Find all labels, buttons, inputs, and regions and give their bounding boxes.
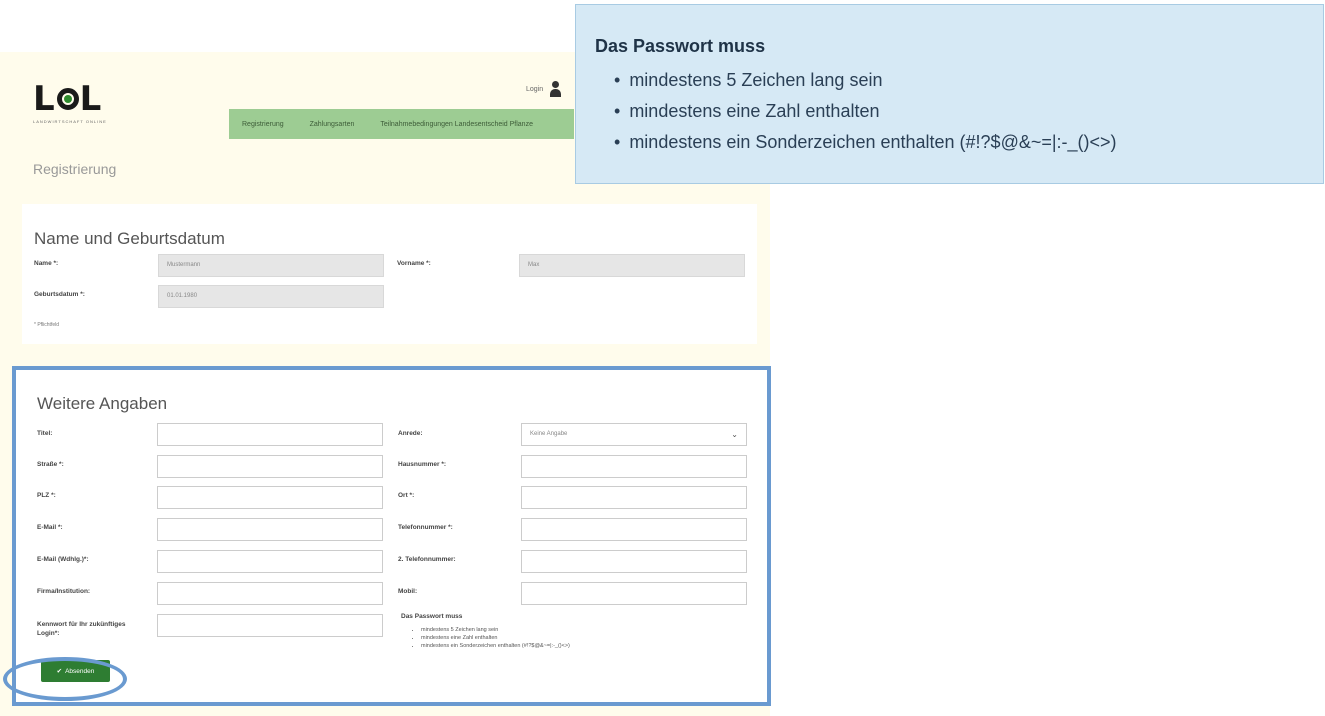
check-icon: ✔ [56, 668, 63, 675]
submit-label: Absenden [65, 667, 95, 675]
callout-list: mindestens 5 Zeichen lang sein mindesten… [614, 65, 1117, 158]
logo-wordmark: LL [33, 79, 103, 119]
mobil-field[interactable] [521, 582, 747, 605]
callout-title: Das Passwort muss [595, 36, 766, 56]
email-field[interactable] [157, 518, 383, 541]
login-label: Login [526, 85, 544, 93]
password-rule-special: mindestens ein Sonderzeichen enthalten (… [421, 642, 731, 650]
page-title: Registrierung [33, 161, 117, 177]
login-link[interactable]: Login [526, 81, 562, 97]
email-label: E-Mail *: [37, 524, 63, 531]
firma-field[interactable] [157, 582, 383, 605]
telefon2-field[interactable] [521, 550, 747, 573]
telefon-label: Telefonnummer *: [398, 524, 453, 531]
password-callout: Das Passwort muss mindestens 5 Zeichen l… [575, 4, 1324, 184]
more-details-title: Weitere Angaben [37, 394, 168, 413]
anrede-selected-value: Keine Angabe [530, 431, 568, 437]
vorname-field[interactable]: Max [519, 254, 745, 277]
logo[interactable]: LL LANDWIRTSCHAFT ONLINE [33, 79, 123, 124]
telefon2-label: 2. Telefonnummer: [398, 556, 456, 563]
email-repeat-label: E-Mail (Wdhlg.)*: [37, 556, 89, 563]
chevron-down-icon: ⌄ [731, 430, 738, 439]
logo-globe-icon [56, 88, 79, 110]
anrede-select[interactable]: Keine Angabe ⌄ [521, 423, 747, 446]
birthdate-label: Geburtsdatum *: [34, 291, 85, 298]
vorname-label: Vorname *: [397, 260, 431, 267]
logo-subtitle: LANDWIRTSCHAFT ONLINE [33, 119, 107, 124]
strasse-label: Straße *: [37, 461, 64, 468]
hausnummer-label: Hausnummer *: [398, 461, 447, 468]
email-repeat-field[interactable] [157, 550, 383, 573]
callout-item-length: mindestens 5 Zeichen lang sein [614, 65, 1117, 96]
telefon-field[interactable] [521, 518, 747, 541]
ort-label: Ort *: [398, 492, 415, 499]
password-rule-length: mindestens 5 Zeichen lang sein [421, 626, 731, 634]
callout-item-number: mindestens eine Zahl enthalten [614, 96, 1117, 127]
plz-field[interactable] [157, 486, 383, 509]
name-field[interactable]: Mustermann [158, 254, 384, 277]
callout-item-special: mindestens ein Sonderzeichen enthalten (… [614, 127, 1116, 158]
strasse-field[interactable] [157, 455, 383, 478]
name-label: Name *: [34, 260, 59, 267]
nav-item-zahlungsarten[interactable]: Zahlungsarten [297, 121, 368, 128]
hausnummer-field[interactable] [521, 455, 747, 478]
main-nav: Registrierung Zahlungsarten Teilnahmebed… [229, 109, 574, 139]
anrede-label: Anrede: [398, 430, 423, 437]
birthdate-field[interactable]: 01.01.1980 [158, 285, 384, 308]
ort-field[interactable] [521, 486, 747, 509]
password-requirements-title: Das Passwort muss [401, 613, 463, 620]
password-field[interactable] [157, 614, 383, 637]
more-details-section: Weitere Angaben Titel: Straße *: PLZ *: … [12, 366, 771, 706]
user-icon [549, 81, 562, 97]
password-requirements: Das Passwort muss mindestens 5 Zeichen l… [401, 613, 731, 650]
titel-field[interactable] [157, 423, 383, 446]
password-rule-number: mindestens eine Zahl enthalten [421, 634, 731, 642]
required-note: * Pflichtfeld [34, 322, 60, 328]
mobil-label: Mobil: [398, 588, 418, 595]
submit-button[interactable]: ✔ Absenden [41, 660, 110, 682]
titel-label: Titel: [37, 430, 53, 437]
nav-item-teilnahmebedingungen[interactable]: Teilnahmebedingungen Landesentscheid Pfl… [367, 121, 546, 128]
firma-label: Firma/Institution: [37, 588, 91, 595]
password-label: Kennwort für Ihr zukünftiges Login*: [37, 621, 126, 637]
name-section: Name und Geburtsdatum Name *: Mustermann… [22, 204, 757, 344]
plz-label: PLZ *: [37, 492, 56, 499]
nav-item-registrierung[interactable]: Registrierung [229, 121, 297, 128]
name-section-title: Name und Geburtsdatum [34, 229, 225, 248]
